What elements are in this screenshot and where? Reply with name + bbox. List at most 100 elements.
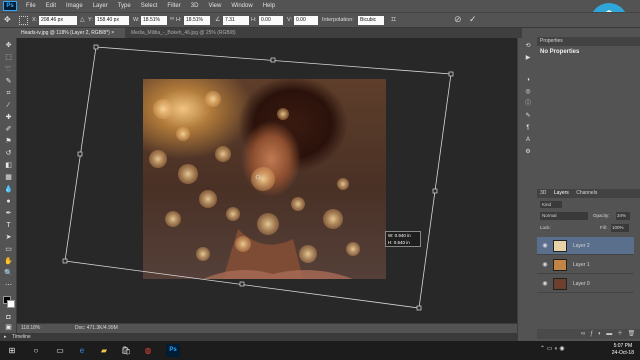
h-skew-input[interactable]: 0.00 xyxy=(259,16,283,25)
character-panel-icon[interactable]: A xyxy=(523,136,533,144)
file-explorer-icon[interactable]: ▰ xyxy=(98,344,110,357)
height-input[interactable]: 18.51% xyxy=(184,16,210,25)
layer-style-icon[interactable]: ƒ xyxy=(590,331,593,337)
clone-stamp-tool-icon[interactable]: ⚑ xyxy=(4,138,13,146)
canvas-area[interactable]: W: 0.940 in H: 0.540 in xyxy=(17,38,517,323)
fill-input[interactable]: 100% xyxy=(611,224,629,232)
zoom-tool-icon[interactable]: 🔍 xyxy=(4,270,13,278)
marquee-tool-icon[interactable]: ⬚ xyxy=(4,54,13,62)
menu-layer[interactable]: Layer xyxy=(88,3,113,9)
store-icon[interactable]: 🛍 xyxy=(120,344,132,357)
delete-layer-icon[interactable]: 🗑 xyxy=(628,331,636,337)
menu-window[interactable]: Window xyxy=(226,3,257,9)
lasso-tool-icon[interactable]: ➰ xyxy=(4,66,13,74)
healing-brush-tool-icon[interactable]: ✚ xyxy=(4,114,13,122)
timeline-collapse-icon[interactable]: ▸ xyxy=(4,333,7,341)
blend-mode-select[interactable]: Normal xyxy=(540,212,588,220)
commit-transform-icon[interactable]: ✓ xyxy=(469,14,477,25)
crop-tool-icon[interactable]: ⌗ xyxy=(4,90,13,98)
dodge-tool-icon[interactable]: ● xyxy=(4,198,13,206)
actions-panel-icon[interactable]: ▶ xyxy=(523,54,533,62)
link-icon[interactable]: ∞ xyxy=(170,16,174,22)
more-tools-icon[interactable]: ⋯ xyxy=(4,282,13,290)
taskbar-clock[interactable]: 5:07 PM 24-Oct-18 xyxy=(612,343,634,357)
x-input[interactable]: 208.46 px xyxy=(39,16,77,25)
hand-tool-icon[interactable]: ✋ xyxy=(4,258,13,266)
edge-browser-icon[interactable]: e xyxy=(76,344,88,357)
layer-row-layer-0[interactable]: ◉ Layer 0 xyxy=(537,275,634,293)
history-panel-icon[interactable]: ⟲ xyxy=(523,42,533,50)
properties-panel-icon[interactable]: ⚙ xyxy=(523,148,533,156)
tab-channels[interactable]: Channels xyxy=(576,190,597,196)
windows-start-icon[interactable]: ⊞ xyxy=(6,344,18,357)
type-tool-icon[interactable]: T xyxy=(4,222,13,230)
menu-filter[interactable]: Filter xyxy=(162,3,185,9)
layer-row-layer-2[interactable]: ◉ Layer 2 xyxy=(537,237,634,255)
cancel-transform-icon[interactable]: ⊘ xyxy=(454,14,462,25)
adjustments-panel-icon[interactable]: ◑ xyxy=(523,76,533,84)
tab-3d[interactable]: 3D xyxy=(540,190,546,196)
pen-tool-icon[interactable]: ✒ xyxy=(4,210,13,218)
menu-file[interactable]: File xyxy=(21,3,41,9)
path-selection-tool-icon[interactable]: ➤ xyxy=(4,234,13,242)
brush-panel-icon[interactable]: ✎ xyxy=(523,112,533,120)
menu-edit[interactable]: Edit xyxy=(41,3,61,9)
cortana-icon[interactable]: ○ xyxy=(30,344,42,357)
menu-3d[interactable]: 3D xyxy=(186,3,204,9)
interpolation-select[interactable]: Bicubic xyxy=(358,16,384,25)
gradient-tool-icon[interactable]: ▦ xyxy=(4,174,13,182)
new-layer-icon[interactable]: ＋ xyxy=(617,331,623,337)
history-brush-tool-icon[interactable]: ↺ xyxy=(4,150,13,158)
task-view-icon[interactable]: ▭ xyxy=(54,344,66,357)
menu-select[interactable]: Select xyxy=(136,3,163,9)
menu-help[interactable]: Help xyxy=(258,3,280,9)
v-skew-input[interactable]: 0.00 xyxy=(294,16,318,25)
brush-tool-icon[interactable]: ✐ xyxy=(4,126,13,134)
width-input[interactable]: 18.51% xyxy=(141,16,167,25)
eyedropper-tool-icon[interactable]: ⁄ xyxy=(4,102,13,110)
new-group-icon[interactable]: ▬ xyxy=(606,331,612,337)
blur-tool-icon[interactable]: 💧 xyxy=(4,186,13,194)
relative-position-icon[interactable]: △ xyxy=(80,16,85,23)
screen-mode-icon[interactable]: ▣ xyxy=(4,324,13,332)
info-panel-icon[interactable]: ⓘ xyxy=(523,100,533,108)
warp-mode-icon[interactable]: ⌗ xyxy=(391,14,396,25)
layer-filter-kind-select[interactable]: Kind xyxy=(540,201,562,208)
tab-bokeh[interactable]: Media_Militia_-_Bokeh_46.jpg @ 25% (RGB/… xyxy=(127,28,267,38)
clock-time: 5:07 PM xyxy=(613,343,633,349)
visibility-eye-icon[interactable]: ◉ xyxy=(541,256,549,274)
timeline-panel-tab[interactable]: ▸ Timeline xyxy=(0,333,520,341)
quick-select-tool-icon[interactable]: ✎ xyxy=(4,78,13,86)
free-transform-bounding-box[interactable] xyxy=(17,38,517,323)
rectangle-tool-icon[interactable]: ▭ xyxy=(4,246,13,254)
menu-image[interactable]: Image xyxy=(61,3,88,9)
opacity-input[interactable]: 34% xyxy=(616,212,630,220)
visibility-eye-icon[interactable]: ◉ xyxy=(541,237,549,255)
styles-panel-icon[interactable]: ◎ xyxy=(523,88,533,96)
paragraph-panel-icon[interactable]: ¶ xyxy=(523,124,533,132)
menu-type[interactable]: Type xyxy=(113,3,136,9)
photoshop-taskbar-icon[interactable]: Ps xyxy=(166,344,180,357)
tab-properties[interactable]: Properties xyxy=(540,38,563,44)
add-mask-icon[interactable]: ◐ xyxy=(598,331,602,337)
reference-point-icon[interactable] xyxy=(19,16,28,25)
tab-layers[interactable]: Layers xyxy=(554,190,569,196)
quick-mask-icon[interactable]: ◘ xyxy=(4,314,13,322)
tools-panel: ✥ ⬚ ➰ ✎ ⌗ ⁄ ✚ ✐ ⚑ ↺ ◧ ▦ 💧 ● ✒ T ➤ ▭ ✋ 🔍 … xyxy=(0,38,17,334)
background-color-swatch[interactable] xyxy=(7,300,15,308)
move-tool-icon[interactable]: ✥ xyxy=(4,42,13,50)
y-input[interactable]: 158.40 px xyxy=(95,16,129,25)
document-size: Doc: 471.3K/4.99M xyxy=(75,325,118,331)
chrome-icon[interactable]: ◍ xyxy=(142,344,154,357)
rotation-input[interactable]: 7.31 xyxy=(223,16,249,25)
zoom-level[interactable]: 118.18% xyxy=(21,324,40,333)
menu-view[interactable]: View xyxy=(203,3,226,9)
visibility-eye-icon[interactable]: ◉ xyxy=(541,275,549,293)
tab-heads-iv[interactable]: Heads-iv.jpg @ 118% (Layer 2, RGB/8*) × xyxy=(17,28,125,38)
move-tool-icon[interactable]: ✥ xyxy=(4,15,11,24)
system-tray-icons[interactable]: ⌃ ▭ ◖ ◉ xyxy=(540,345,565,352)
timeline-label[interactable]: Timeline xyxy=(12,333,31,341)
eraser-tool-icon[interactable]: ◧ xyxy=(4,162,13,170)
layer-row-layer-1[interactable]: ◉ Layer 1 xyxy=(537,256,634,274)
link-layers-icon[interactable]: ∞ xyxy=(581,331,585,337)
